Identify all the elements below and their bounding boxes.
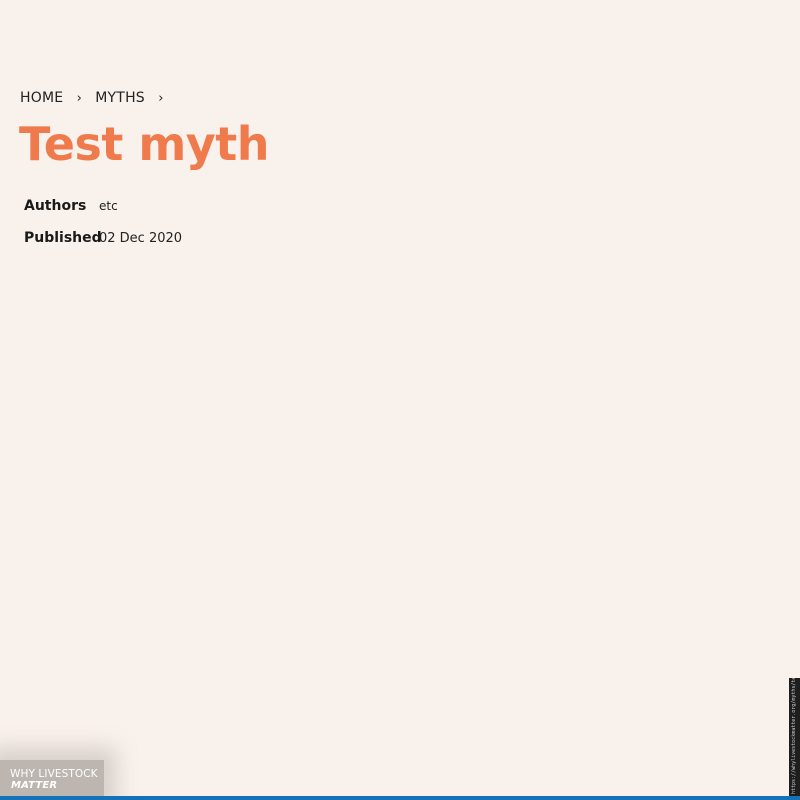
url-strip: https://whylivestockmatter.org/myths/tes… xyxy=(789,678,800,796)
authors-row: Authors etc xyxy=(24,198,182,230)
published-date: 02 Dec 2020 xyxy=(99,231,183,246)
authors-label: Authors xyxy=(24,198,87,214)
url-text: https://whylivestockmatter.org/myths/tes… xyxy=(791,678,797,794)
site-logo[interactable]: WHY LIVESTOCK MATTER xyxy=(0,760,104,800)
breadcrumb-myths-link[interactable]: MYTHS xyxy=(95,90,145,106)
logo-text-top: WHY LIVESTOCK xyxy=(10,768,98,780)
page-title: Test myth xyxy=(19,117,270,171)
published-label: Published xyxy=(24,230,102,246)
published-row: Published 02 Dec 2020 xyxy=(24,230,182,262)
logo-text-bottom: MATTER xyxy=(11,780,58,791)
article-meta: Authors etc Published 02 Dec 2020 xyxy=(24,198,182,262)
authors-value: etc xyxy=(99,199,118,213)
breadcrumb: HOME › MYTHS › xyxy=(20,89,177,107)
chevron-right-icon: › xyxy=(76,90,82,106)
breadcrumb-home-link[interactable]: HOME xyxy=(20,90,63,106)
bottom-accent-bar xyxy=(0,796,800,800)
chevron-right-icon: › xyxy=(158,90,164,106)
